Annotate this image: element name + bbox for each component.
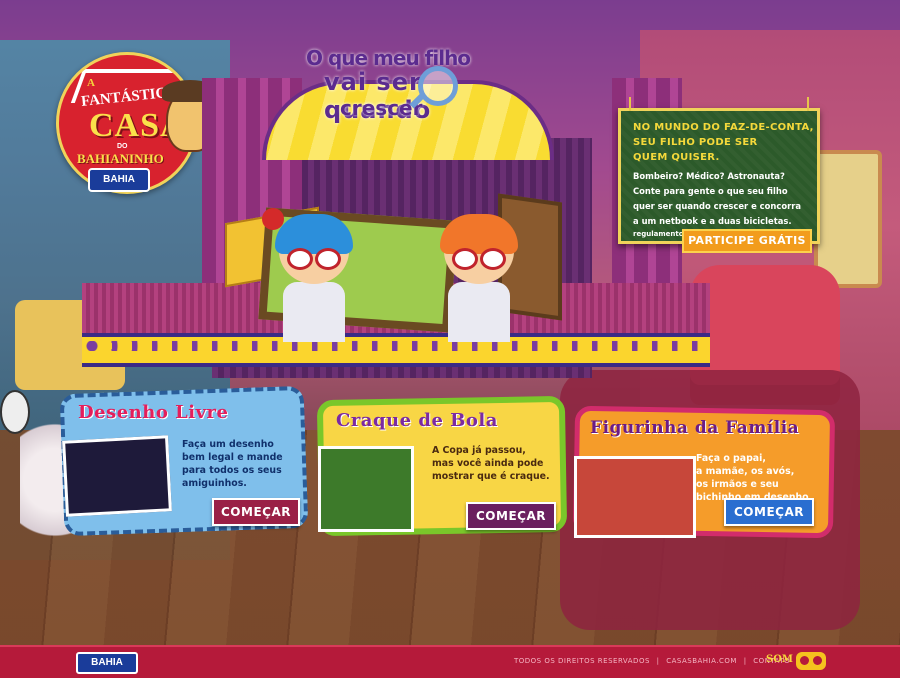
card-description-line: A Copa já passou, bbox=[432, 445, 526, 456]
card-description-line: mostrar que é craque. bbox=[432, 471, 550, 482]
girl-character bbox=[440, 214, 518, 342]
panel-string-left bbox=[629, 97, 631, 111]
family-illustration bbox=[574, 456, 696, 538]
activity-card-craque-de-bola: Craque de Bola A Copa já passou, mas voc… bbox=[316, 395, 568, 538]
girl-glasses bbox=[452, 248, 506, 270]
card-title: Figurinha da Família bbox=[590, 418, 800, 438]
boy-glasses bbox=[287, 248, 341, 270]
card-description-line: bem legal e mande bbox=[182, 452, 283, 463]
site-link[interactable]: CASASBAHIA.COM bbox=[666, 657, 737, 665]
card-title: Craque de Bola bbox=[336, 410, 498, 431]
sound-toggle-icon[interactable] bbox=[796, 652, 826, 670]
footer-links: TODOS OS DIREITOS RESERVADOS | CASASBAHI… bbox=[512, 657, 792, 665]
footer-bar: BAHIA TODOS OS DIREITOS RESERVADOS | CAS… bbox=[0, 645, 900, 678]
card-description-line: Faça um desenho bbox=[182, 439, 274, 450]
activity-card-desenho-livre: Desenho Livre Faça um desenho bem legal … bbox=[59, 385, 309, 537]
contest-body-line: Conte para gente o que seu filho bbox=[633, 186, 788, 196]
card-description: A Copa já passou, mas você ainda pode mo… bbox=[432, 444, 550, 483]
contest-body-line: a um netbook e a duas bicicletas. bbox=[633, 216, 792, 226]
participate-button[interactable]: PARTICIPE GRÁTIS bbox=[682, 229, 812, 253]
contest-heading-line: QUEM QUISER. bbox=[633, 152, 720, 163]
footer-separator: | bbox=[656, 657, 660, 665]
card-description-line: mas você ainda pode bbox=[432, 458, 544, 469]
activity-card-figurinha-da-familia: Figurinha da Família Faça o papai, a mam… bbox=[572, 405, 836, 548]
footer-casas-bahia-logo[interactable]: BAHIA bbox=[76, 652, 138, 674]
start-button-craque-de-bola[interactable]: COMEÇAR bbox=[466, 502, 556, 530]
card-description-line: os irmãos e seu bbox=[696, 479, 779, 490]
girl-coat bbox=[448, 282, 510, 342]
card-description-line: Faça o papai, bbox=[696, 453, 766, 464]
footer-separator: | bbox=[743, 657, 747, 665]
contest-heading: NO MUNDO DO FAZ-DE-CONTA, SEU FILHO PODE… bbox=[633, 120, 814, 165]
magnifier-icon bbox=[418, 66, 458, 106]
stage-rim bbox=[82, 333, 710, 367]
card-description-line: amiguinhos. bbox=[182, 478, 247, 489]
contest-body: Bombeiro? Médico? Astronauta? Conte para… bbox=[633, 169, 801, 229]
panel-string-right bbox=[807, 97, 809, 111]
contest-body-line: Bombeiro? Médico? Astronauta? bbox=[633, 171, 785, 181]
contest-heading-line: NO MUNDO DO FAZ-DE-CONTA, bbox=[633, 122, 814, 133]
sound-label: SOM bbox=[766, 654, 794, 665]
painter-girl-illustration bbox=[62, 435, 172, 517]
card-title: Desenho Livre bbox=[78, 402, 229, 423]
card-description: Faça o papai, a mamãe, os avós, os irmão… bbox=[696, 452, 812, 504]
contest-info-panel: NO MUNDO DO FAZ-DE-CONTA, SEU FILHO PODE… bbox=[618, 97, 820, 244]
card-description-line: para todos os seus bbox=[182, 465, 282, 476]
card-description-line: a mamãe, os avós, bbox=[696, 466, 795, 477]
regulation-link[interactable]: regulamento bbox=[633, 230, 684, 238]
boy-coat bbox=[283, 282, 345, 342]
stage-title-line-1: O que meu filho bbox=[306, 46, 471, 70]
boy-character bbox=[275, 214, 353, 342]
stage-title[interactable]: O que meu filho vai ser quando crescer bbox=[300, 44, 510, 124]
rights-text: TODOS OS DIREITOS RESERVADOS bbox=[514, 657, 650, 665]
window-illustration bbox=[814, 150, 882, 288]
card-description: Faça um desenho bem legal e mande para t… bbox=[182, 438, 283, 490]
stage-title-line-3: crescer bbox=[340, 96, 423, 120]
contest-body-line: quer ser quando crescer e concorra bbox=[633, 201, 801, 211]
soccer-kid-illustration bbox=[318, 446, 414, 532]
start-button-figurinha-da-familia[interactable]: COMEÇAR bbox=[724, 498, 814, 526]
contest-heading-line: SEU FILHO PODE SER bbox=[633, 137, 758, 148]
start-button-desenho-livre[interactable]: COMEÇAR bbox=[212, 498, 300, 526]
